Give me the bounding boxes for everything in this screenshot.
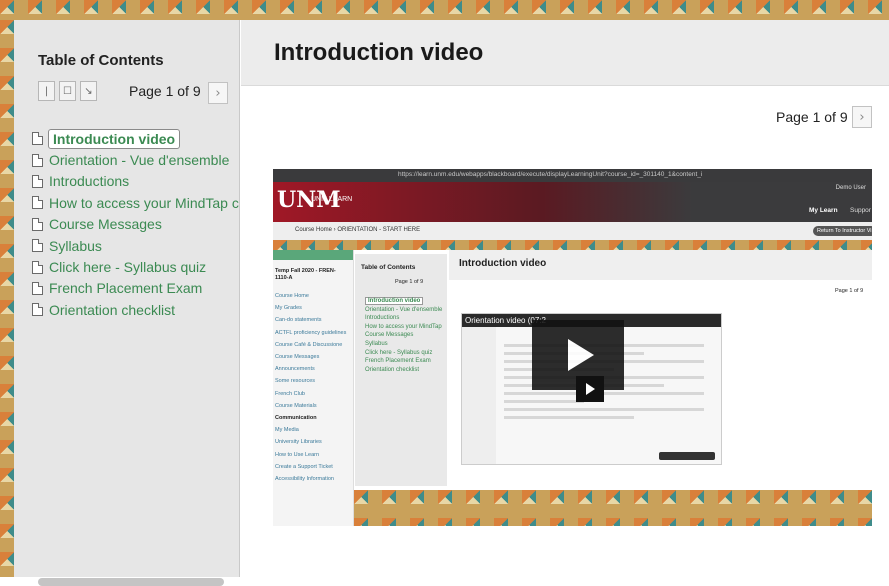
document-icon <box>32 174 43 188</box>
embedded-content-header: Introduction video <box>449 250 872 280</box>
decorative-banner <box>354 490 872 526</box>
toc-item[interactable]: Introduction video <box>32 128 254 149</box>
toc-item[interactable]: Course Messages <box>32 214 254 235</box>
chevron-right-icon: › <box>215 85 221 101</box>
toc-item[interactable]: French Placement Exam <box>32 278 254 299</box>
toc-item[interactable]: Click here - Syllabus quiz <box>32 256 254 277</box>
toc-item[interactable]: Orientation - Vue d'ensemble <box>32 149 254 170</box>
toc-title: Table of Contents <box>38 52 164 69</box>
window-icon[interactable]: ☐ <box>59 81 76 101</box>
user-menu: Demo User <box>835 185 866 191</box>
chevron-right-icon: › <box>859 109 865 125</box>
document-icon <box>32 153 43 167</box>
browser-url: https://learn.unm.edu/webapps/blackboard… <box>398 171 703 178</box>
document-icon <box>32 260 43 274</box>
horizontal-scrollbar[interactable] <box>38 578 224 586</box>
embedded-screenshot: https://learn.unm.edu/webapps/blackboard… <box>273 169 872 526</box>
toc-item[interactable]: How to access your MindTap c <box>32 192 254 213</box>
breadcrumb: Course Home › ORIENTATION - START HERE <box>295 227 421 233</box>
embedded-toc: Table of Contents Page 1 of 9 Introducti… <box>355 254 447 486</box>
toc-item[interactable]: Syllabus <box>32 235 254 256</box>
decorative-banner <box>273 240 872 250</box>
course-nav: Course Home My Grades Can-do statements … <box>275 293 347 483</box>
return-to-instructor-button: Return To Instructor Vi <box>813 226 872 236</box>
collapse-icon[interactable]: | <box>38 81 55 101</box>
document-icon <box>32 217 43 231</box>
decorative-banner-top <box>0 0 889 20</box>
video-controls <box>659 452 715 460</box>
play-icon <box>576 376 604 402</box>
page-title: Introduction video <box>274 39 484 66</box>
content-next-page-button[interactable]: › <box>852 106 872 128</box>
document-icon <box>32 303 43 317</box>
decorative-banner-left <box>0 20 14 577</box>
document-icon <box>32 132 43 146</box>
document-icon <box>32 239 43 253</box>
course-sidebar: Temp Fall 2020 - FREN-1110-A Course Home… <box>273 250 354 526</box>
toc-list: Introduction video Orientation - Vue d'e… <box>32 128 254 321</box>
course-title: Temp Fall 2020 - FREN-1110-A <box>275 268 336 281</box>
toc-item[interactable]: Introductions <box>32 171 254 192</box>
document-icon <box>32 281 43 295</box>
breadcrumb-bar: Course Home › ORIENTATION - START HERE R… <box>273 222 872 240</box>
arrow-down-right-icon[interactable]: ↘ <box>80 81 97 101</box>
toc-item[interactable]: Orientation checklist <box>32 299 254 320</box>
toc-toolbar: | ☐ ↘ <box>38 81 97 101</box>
content-page-indicator: Page 1 of 9 <box>776 109 848 125</box>
toc-next-page-button[interactable]: › <box>208 82 228 104</box>
unm-header: UNM UNM LEARN Demo User My Learn Suppor <box>273 182 872 222</box>
unm-brand: UNM LEARN <box>311 196 353 203</box>
table-of-contents-panel: Table of Contents | ☐ ↘ Page 1 of 9 › In… <box>14 20 240 586</box>
content-header: Introduction video <box>241 20 889 86</box>
toc-page-indicator: Page 1 of 9 <box>129 83 201 99</box>
video-player: Orientation video (07:2 <box>461 313 722 465</box>
document-icon <box>32 196 43 210</box>
nav-support: Suppor <box>850 207 871 214</box>
browser-toolbar: https://learn.unm.edu/webapps/blackboard… <box>273 169 872 182</box>
nav-my-learn: My Learn <box>809 207 838 214</box>
